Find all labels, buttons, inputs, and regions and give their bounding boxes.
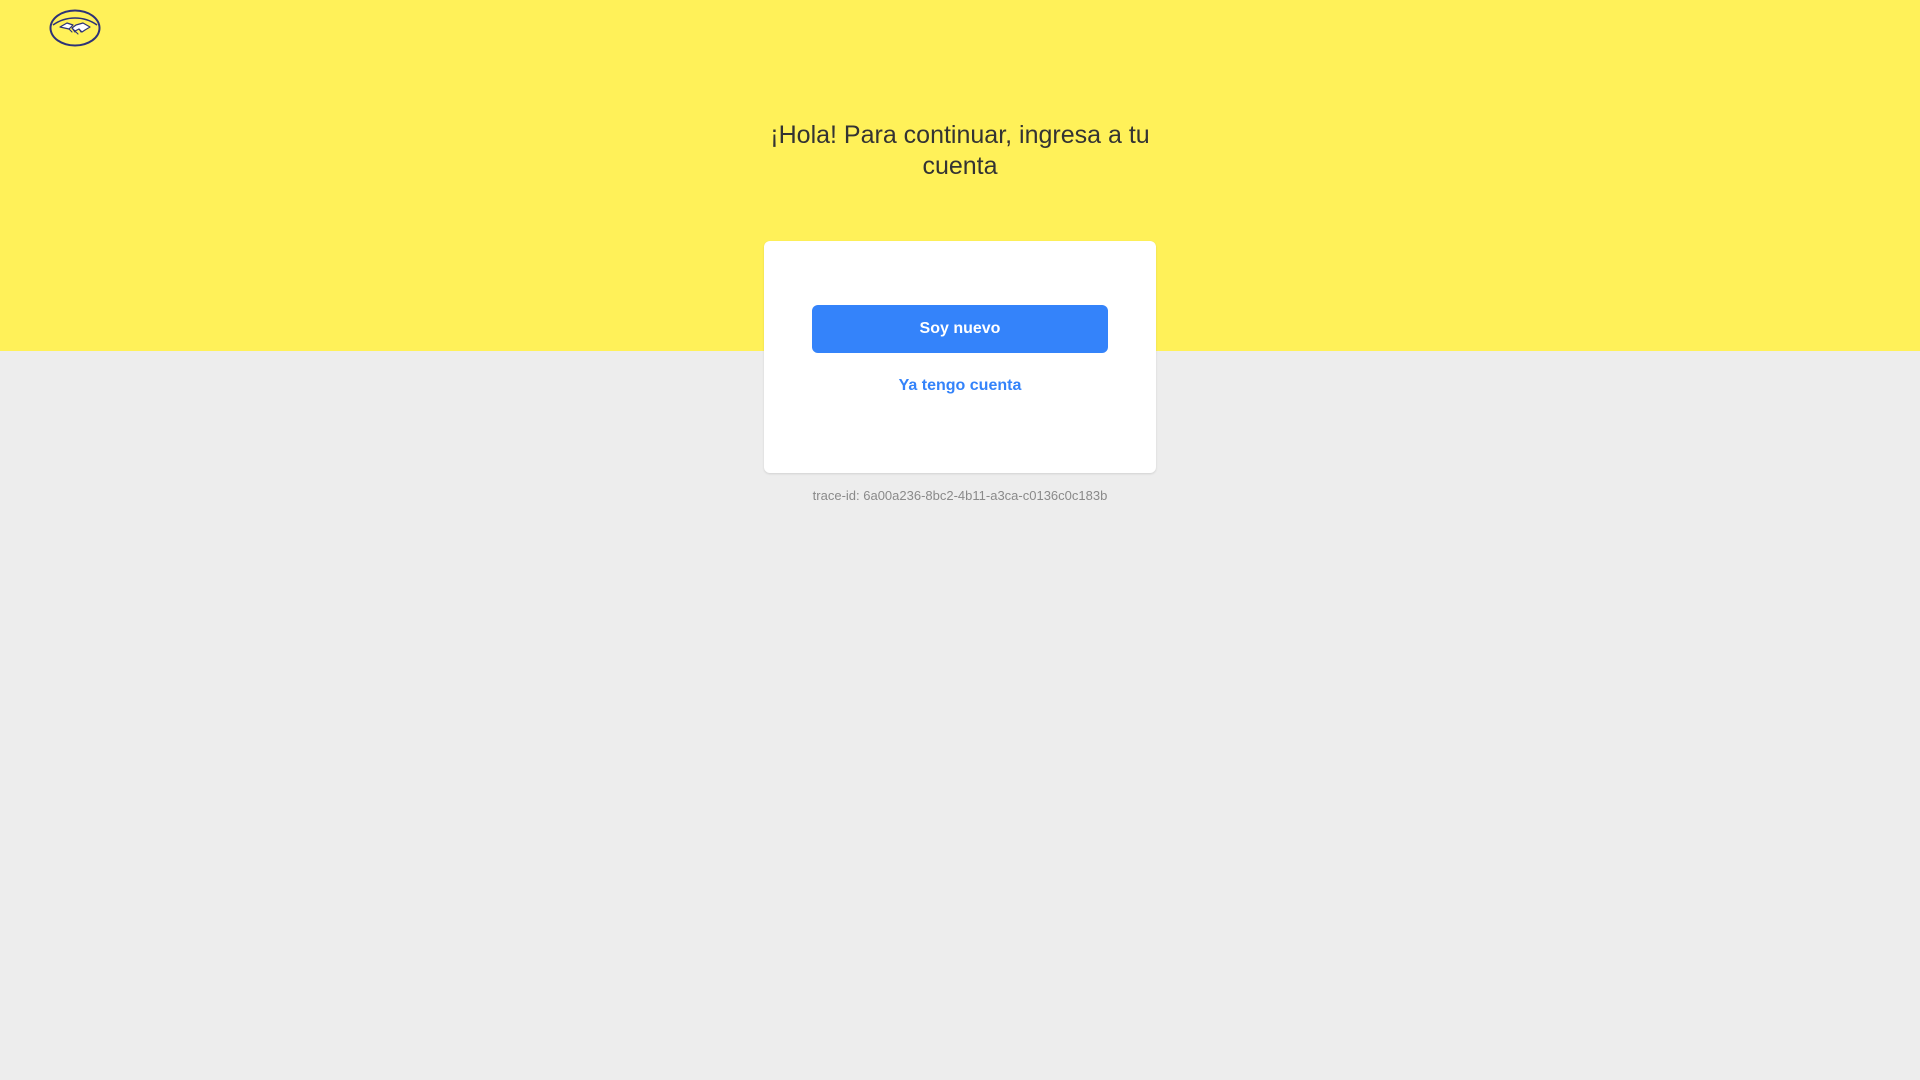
login-card: Soy nuevo Ya tengo cuenta [764, 241, 1156, 473]
trace-id-text: trace-id: 6a00a236-8bc2-4b11-a3ca-c0136c… [812, 488, 1108, 503]
page-title: ¡Hola! Para continuar, ingresa a tu cuen… [770, 121, 1150, 180]
existing-account-link[interactable]: Ya tengo cuenta [812, 373, 1108, 399]
handshake-logo-icon[interactable] [48, 8, 102, 48]
new-user-button[interactable]: Soy nuevo [812, 305, 1108, 353]
login-page: ¡Hola! Para continuar, ingresa a tu cuen… [0, 0, 1920, 1080]
